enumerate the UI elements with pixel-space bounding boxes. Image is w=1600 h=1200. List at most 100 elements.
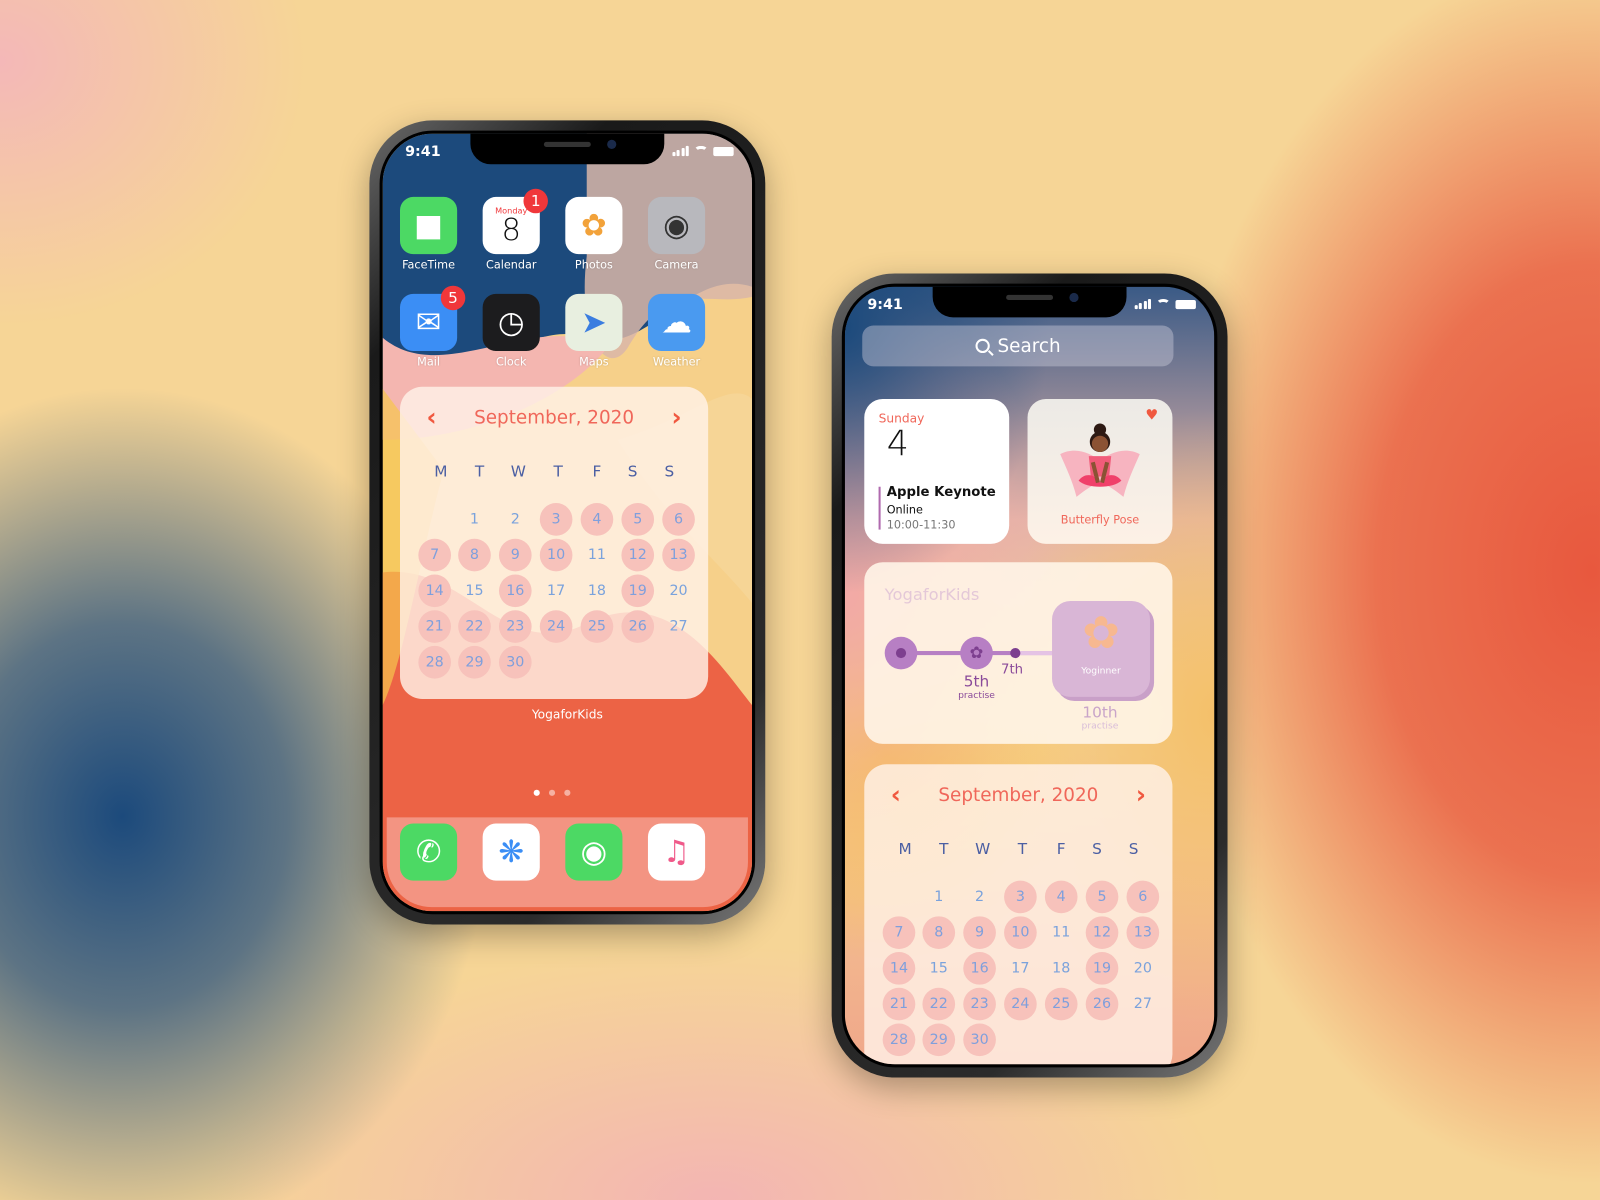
calendar-day[interactable]: 12 (1085, 916, 1119, 949)
app-label: Photos (574, 258, 613, 272)
calendar-day[interactable]: 11 (581, 539, 614, 572)
calendar-day[interactable]: 19 (1085, 952, 1119, 985)
calendar-day[interactable]: 4 (580, 503, 614, 536)
app-label: Clock (495, 355, 527, 369)
lotus-icon: ✿ (1082, 607, 1120, 660)
calendar-day[interactable]: 18 (581, 574, 614, 607)
calendar-day[interactable]: 27 (1127, 988, 1160, 1021)
app-weather[interactable]: ☁ Weather (647, 293, 706, 368)
calendar-day[interactable]: 19 (621, 574, 655, 608)
app-photos[interactable]: ✿ Photos (565, 196, 623, 271)
calendar-day[interactable]: 17 (540, 574, 573, 607)
calendar-day[interactable]: 7 (418, 538, 452, 572)
app-mail[interactable]: ✉ 5 Mail (399, 285, 466, 368)
calendar-day[interactable]: 25 (580, 610, 614, 643)
app-calendar[interactable]: Monday 8 1 Calendar (482, 188, 548, 271)
progress-widget[interactable]: YogaforKids ✿ 5th practise 7th ✿ Yoginne… (864, 562, 1173, 744)
calendar-day[interactable]: 24 (1004, 987, 1037, 1021)
calendar-day[interactable]: 9 (498, 538, 532, 572)
calendar-day[interactable]: 6 (1126, 880, 1160, 914)
calendar-day[interactable]: 14 (882, 952, 916, 985)
yoginner-badge[interactable]: ✿ Yoginner (1052, 601, 1150, 697)
calendar-day[interactable]: 30 (963, 1023, 996, 1057)
calendar-day[interactable]: 26 (1085, 987, 1119, 1021)
pose-label: Butterfly Pose (1060, 513, 1140, 527)
calendar-day[interactable]: 28 (882, 1023, 916, 1057)
calendar-day[interactable]: 1 (922, 881, 955, 914)
calendar-day[interactable]: 17 (1004, 952, 1037, 985)
heart-icon[interactable]: ♥ (1145, 407, 1158, 423)
calendar-day[interactable]: 3 (539, 503, 573, 536)
notch (932, 286, 1127, 318)
calendar-day[interactable]: 23 (963, 987, 996, 1021)
search-icon (975, 338, 994, 356)
calendar-day[interactable]: 16 (498, 574, 532, 608)
dock-messages[interactable]: ◉ (565, 823, 623, 881)
calendar-day[interactable]: 21 (882, 987, 916, 1021)
app-maps[interactable]: ➤ Maps (565, 293, 623, 368)
app-camera[interactable]: ◉ Camera (647, 196, 706, 271)
butterfly-pose-illustration (1060, 423, 1140, 497)
dock-music[interactable]: ♫ (647, 823, 706, 881)
calendar-day[interactable]: 22 (458, 610, 491, 643)
calendar-day[interactable]: 8 (458, 538, 491, 572)
calendar-day[interactable]: 28 (418, 645, 452, 679)
event-location: Online (886, 503, 923, 517)
calendar-day[interactable]: 10 (1004, 916, 1037, 949)
calendar-day[interactable]: 18 (1045, 952, 1078, 985)
calendar-day[interactable]: 30 (498, 645, 532, 679)
calendar-day[interactable]: 20 (1127, 952, 1160, 985)
pose-widget[interactable]: ♥ Butterfly Pose (1027, 398, 1173, 544)
calendar-day[interactable]: 20 (662, 574, 695, 607)
calendar-day-number: 8 (501, 211, 521, 248)
calendar-day[interactable]: 7 (882, 916, 916, 949)
progress-marker-dot (1010, 647, 1021, 659)
calendar-widget[interactable]: ‹ › September, 2020 M T W T F S S 1 2 3 4 5 6 7 8 9 10 11 12 1… (399, 386, 709, 699)
home-screen: 9:41 ■ FaceTime Monday 8 1 Calendar ✿ Photos ◉ Ca… (379, 130, 756, 915)
search-field[interactable]: Search (862, 325, 1174, 367)
app-facetime[interactable]: ■ FaceTime (399, 196, 458, 271)
calendar-day[interactable]: 13 (662, 538, 695, 572)
calendar-day[interactable]: 5 (621, 503, 655, 536)
calendar-widget[interactable]: ‹ › September, 2020 M T W T F S S 1 2 3 4 5 6 7 8 9 10 11 12 1… (864, 764, 1173, 1065)
calendar-day[interactable]: 15 (458, 574, 491, 607)
weekday-label: T (939, 839, 949, 859)
calendar-day[interactable]: 4 (1044, 880, 1078, 914)
calendar-day[interactable]: 29 (922, 1023, 956, 1057)
app-clock[interactable]: ◷ Clock (482, 293, 540, 368)
calendar-day[interactable]: 24 (539, 610, 573, 643)
calendar-day[interactable]: 5 (1085, 880, 1119, 914)
calendar-day[interactable]: 13 (1126, 916, 1160, 949)
step-5th-sub: practise (958, 690, 995, 702)
calendar-icon: Monday 8 1 (482, 188, 548, 255)
dock-safari[interactable]: ❋ (482, 823, 540, 881)
calendar-day[interactable]: 2 (963, 881, 996, 914)
status-time: 9:41 (867, 296, 903, 314)
calendar-day[interactable]: 16 (963, 952, 996, 985)
calendar-day[interactable]: 27 (662, 610, 695, 643)
calendar-day[interactable]: 8 (922, 916, 956, 949)
calendar-day[interactable]: 3 (1004, 880, 1037, 914)
widget-caption: YogaforKids (531, 707, 603, 722)
calendar-day[interactable]: 21 (418, 610, 452, 643)
calendar-day[interactable]: 14 (418, 574, 452, 608)
app-label: Calendar (485, 258, 537, 272)
calendar-day[interactable]: 26 (621, 610, 655, 643)
calendar-day[interactable]: 29 (458, 645, 491, 679)
notification-badge: 1 (523, 188, 548, 214)
calendar-day[interactable]: 1 (458, 503, 491, 536)
calendar-day[interactable]: 10 (539, 538, 573, 572)
calendar-day[interactable]: 25 (1044, 987, 1078, 1021)
calendar-day[interactable]: 11 (1045, 916, 1078, 949)
calendar-day[interactable]: 12 (621, 538, 655, 572)
dock-phone[interactable]: ✆ (399, 823, 458, 881)
calendar-day[interactable]: 6 (662, 503, 695, 536)
calendar-day[interactable]: 2 (499, 503, 532, 536)
calendar-day[interactable]: 15 (922, 952, 955, 985)
event-time: 10:00-11:30 (886, 518, 956, 532)
page-indicator[interactable] (533, 789, 571, 796)
event-widget[interactable]: Sunday 4 Apple Keynote Online 10:00-11:3… (864, 398, 1010, 544)
calendar-day[interactable]: 22 (922, 987, 956, 1021)
calendar-day[interactable]: 9 (963, 916, 996, 949)
calendar-day[interactable]: 23 (498, 610, 532, 643)
